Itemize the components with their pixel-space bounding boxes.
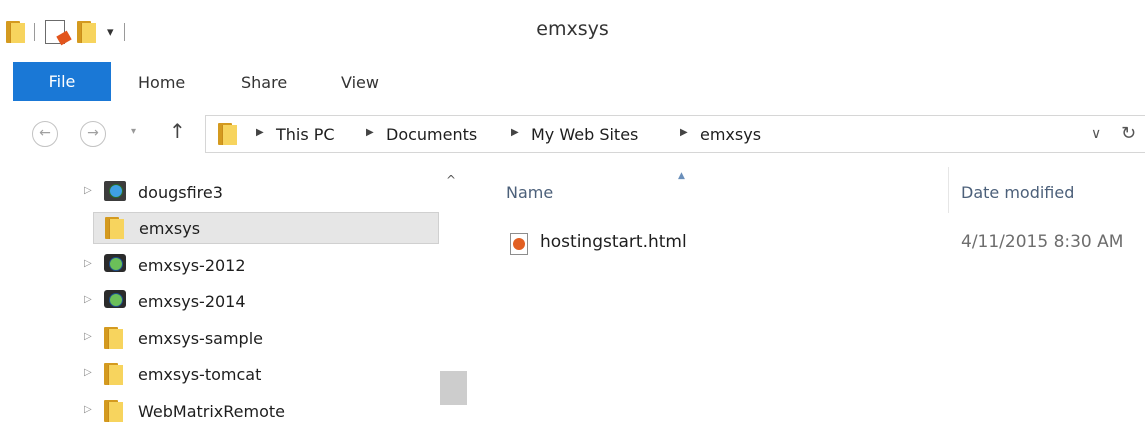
folder-icon — [104, 400, 123, 426]
tree-item-dougsfire3[interactable]: ▷ dougsfire3 — [84, 177, 438, 209]
tree-item-label: emxsys-2014 — [138, 292, 246, 311]
tab-view[interactable]: View — [341, 62, 379, 101]
tab-share[interactable]: Share — [241, 62, 287, 101]
tab-file[interactable]: File — [13, 62, 111, 101]
folder-icon — [104, 327, 123, 353]
breadcrumb-arrow-icon[interactable]: ▶ — [256, 127, 264, 138]
tree-item-emxsys-2012[interactable]: ▷ emxsys-2012 — [84, 250, 438, 282]
expand-arrow-icon[interactable]: ▷ — [84, 331, 92, 342]
expand-arrow-icon[interactable]: ▷ — [84, 258, 92, 269]
scroll-up-icon[interactable]: ^ — [446, 173, 456, 187]
tree-item-emxsys-tomcat[interactable]: ▷ emxsys-tomcat — [84, 359, 438, 391]
folder-icon — [218, 123, 237, 145]
camera-icon — [104, 254, 126, 276]
tree-item-webmatrixremote[interactable]: ▷ WebMatrixRemote — [84, 396, 438, 428]
breadcrumb-this-pc[interactable]: This PC — [276, 125, 335, 144]
tree-scrollbar[interactable]: ^ — [440, 167, 467, 435]
expand-arrow-icon[interactable]: ▷ — [84, 294, 92, 305]
navigation-bar: ← → ▾ ↑ ▶ This PC ▶ Documents ▶ My Web S… — [0, 101, 1145, 167]
column-header-date-modified[interactable]: Date modified — [961, 183, 1074, 202]
navigation-pane: ▷ dougsfire3 emxsys ▷ emxsys-2012 ▷ emxs… — [0, 167, 468, 435]
tree-item-label: dougsfire3 — [138, 183, 223, 202]
expand-arrow-icon[interactable]: ▷ — [84, 185, 92, 196]
breadcrumb-arrow-icon[interactable]: ▶ — [680, 127, 688, 138]
breadcrumb-arrow-icon[interactable]: ▶ — [366, 127, 374, 138]
tree-item-emxsys[interactable]: emxsys — [93, 212, 439, 244]
up-button[interactable]: ↑ — [169, 119, 186, 143]
folder-icon — [104, 363, 123, 389]
column-header-name[interactable]: Name — [506, 183, 553, 202]
html-file-icon — [510, 233, 528, 255]
scrollbar-thumb[interactable] — [440, 371, 467, 405]
sort-ascending-icon: ▲ — [678, 171, 685, 181]
tree-item-label: emxsys-sample — [138, 329, 263, 348]
tree-item-label: emxsys — [139, 219, 201, 238]
tree-item-label: emxsys-2012 — [138, 256, 246, 275]
ribbon-tabs: File Home Share View — [0, 62, 1145, 102]
title-bar: ▾ emxsys — [0, 0, 1145, 62]
tree-item-emxsys-sample[interactable]: ▷ emxsys-sample — [84, 323, 438, 355]
tree-item-label: WebMatrixRemote — [138, 402, 285, 421]
expand-arrow-icon[interactable]: ▷ — [84, 367, 92, 378]
folder-icon — [105, 217, 124, 243]
breadcrumb-emxsys[interactable]: emxsys — [700, 125, 761, 144]
column-divider[interactable] — [948, 167, 949, 213]
tree-item-emxsys-2014[interactable]: ▷ emxsys-2014 — [84, 286, 438, 318]
file-list-pane: ▲ Name Date modified hostingstart.html 4… — [468, 167, 1145, 435]
tab-home[interactable]: Home — [138, 62, 185, 101]
forward-button[interactable]: → — [80, 121, 106, 147]
window-title: emxsys — [536, 18, 609, 40]
address-bar[interactable]: ▶ This PC ▶ Documents ▶ My Web Sites ▶ e… — [205, 115, 1145, 153]
breadcrumb-documents[interactable]: Documents — [386, 125, 477, 144]
back-button[interactable]: ← — [32, 121, 58, 147]
file-name: hostingstart.html — [540, 232, 687, 252]
breadcrumb-arrow-icon[interactable]: ▶ — [511, 127, 519, 138]
file-date-modified: 4/11/2015 8:30 AM — [961, 232, 1124, 252]
breadcrumb-my-web-sites[interactable]: My Web Sites — [531, 125, 638, 144]
camera-icon — [104, 290, 126, 312]
recent-locations-button[interactable]: ▾ — [131, 126, 136, 137]
tree-item-label: emxsys-tomcat — [138, 365, 262, 384]
file-row[interactable]: hostingstart.html 4/11/2015 8:30 AM — [498, 227, 1145, 259]
website-icon — [104, 181, 126, 205]
refresh-icon[interactable]: ↻ — [1121, 123, 1136, 144]
expand-arrow-icon[interactable]: ▷ — [84, 404, 92, 415]
address-dropdown-icon[interactable]: ∨ — [1091, 126, 1101, 142]
